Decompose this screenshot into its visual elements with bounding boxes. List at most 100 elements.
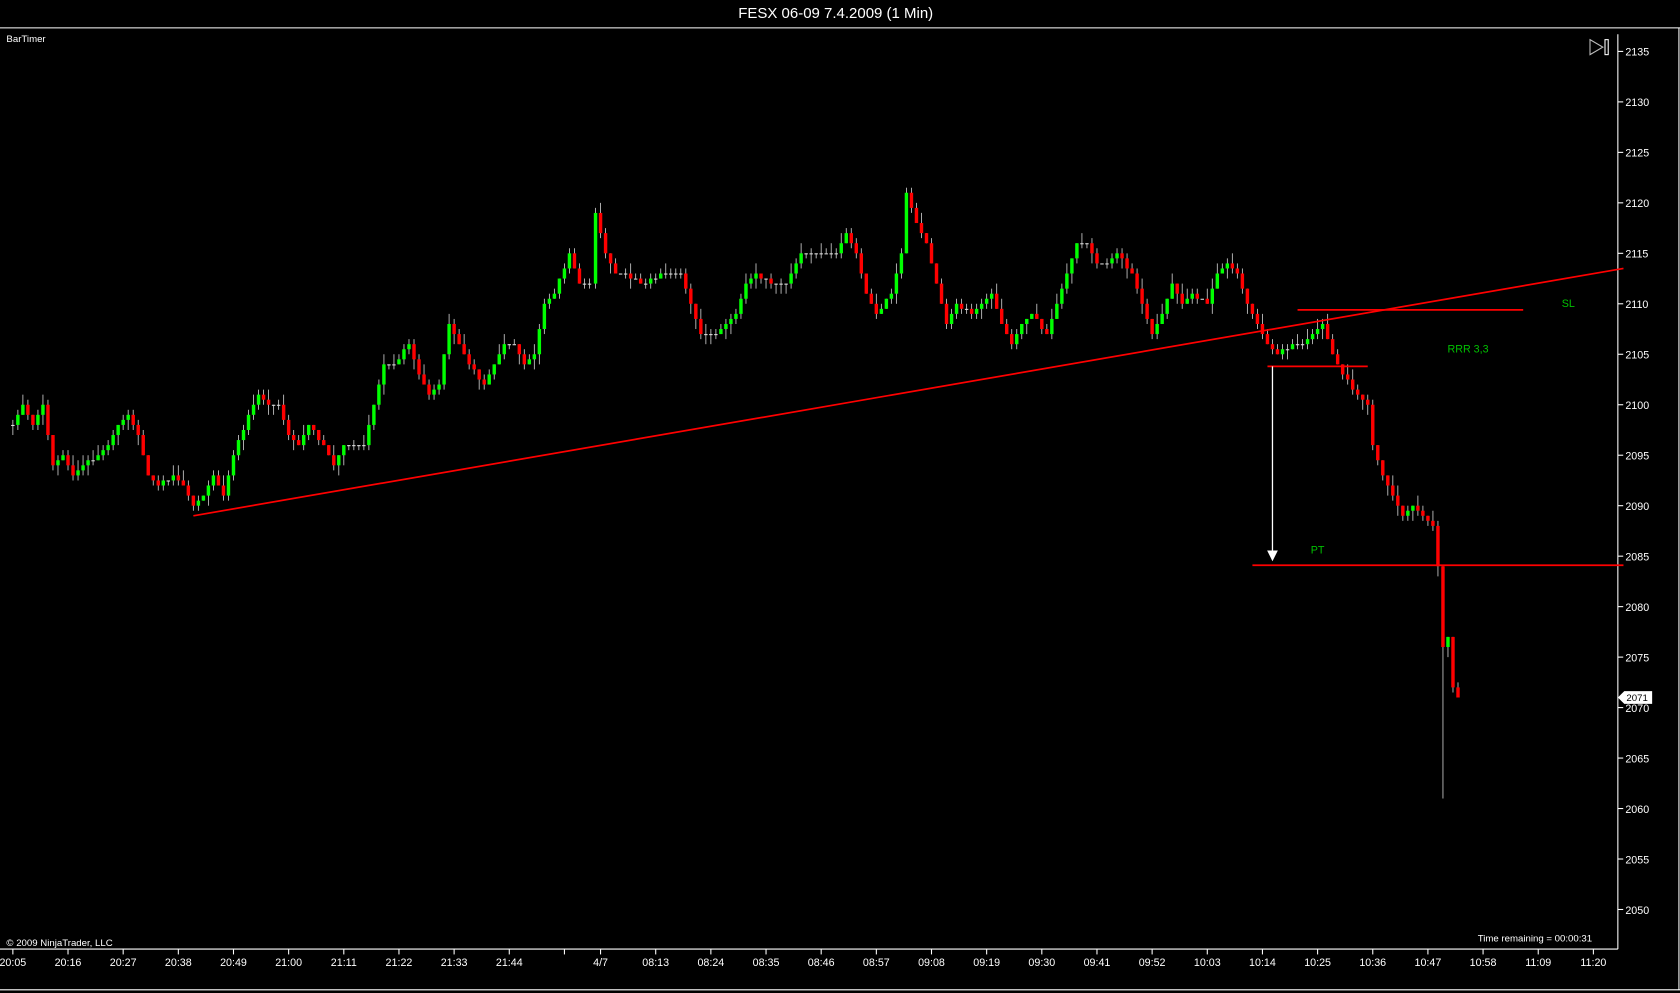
candle-body	[1381, 460, 1385, 476]
candle-body	[1030, 313, 1034, 319]
candle-body	[1265, 334, 1270, 345]
candle-body	[372, 404, 376, 425]
candle-body	[347, 445, 351, 447]
candle-body	[633, 278, 638, 280]
candle-body	[929, 243, 934, 264]
candle-body	[618, 273, 623, 275]
candle-body	[562, 268, 567, 279]
candle-body	[628, 273, 633, 279]
candle-body	[1110, 258, 1114, 264]
candle-body	[141, 435, 145, 456]
candle-body	[999, 308, 1004, 324]
candle-body	[1250, 303, 1255, 314]
candle-body	[527, 359, 532, 365]
candle-body	[51, 435, 55, 466]
x-tick-label: 08:24	[697, 957, 724, 969]
candle-body	[1350, 379, 1355, 390]
candle-body	[638, 278, 643, 284]
last-price-text: 2071	[1626, 693, 1647, 704]
candle-body	[367, 424, 371, 446]
candle-body	[1335, 354, 1340, 365]
candle-body	[859, 253, 864, 274]
candle-body	[919, 223, 924, 234]
y-tick-label: 2130	[1625, 97, 1649, 109]
candle-body	[1230, 263, 1235, 269]
chart-window: FESX 06-09 7.4.2009 (1 Min) BarTimer 213…	[0, 0, 1680, 993]
candle-body	[387, 364, 391, 366]
x-tick-label: 20:38	[165, 957, 192, 969]
candle-body	[1325, 323, 1330, 340]
candle-body	[422, 374, 426, 385]
candle-body	[724, 323, 728, 330]
candle-body	[709, 334, 713, 336]
candle-body	[1436, 525, 1440, 567]
candle-body	[674, 273, 678, 275]
x-tick-label: 09:19	[973, 957, 1000, 969]
candle-body	[241, 429, 246, 441]
candle-body	[613, 263, 618, 274]
candle-body	[1075, 243, 1079, 259]
candle-body	[492, 364, 496, 375]
candle-body	[1290, 344, 1295, 350]
candle-body	[1451, 636, 1455, 688]
candle-body	[593, 212, 598, 284]
candle-body	[1095, 253, 1099, 264]
candle-body	[879, 308, 884, 314]
candle-body	[1320, 323, 1325, 330]
candle-body	[246, 414, 251, 430]
candle-body	[1411, 505, 1415, 511]
candle-body	[156, 480, 160, 486]
candle-body	[251, 404, 256, 415]
candle-body	[1260, 323, 1265, 335]
candle-body	[964, 308, 969, 310]
candle-body	[934, 263, 939, 284]
x-tick-label: 09:41	[1084, 957, 1111, 969]
candle-body	[497, 354, 501, 365]
candle-body	[1456, 687, 1460, 698]
candle-body	[909, 192, 914, 208]
candle-body	[1416, 505, 1420, 511]
candle-body	[1185, 298, 1189, 304]
candle-body	[357, 445, 361, 447]
window-title: FESX 06-09 7.4.2009 (1 Min)	[738, 5, 933, 22]
candle-body	[954, 303, 959, 314]
candle-body	[176, 475, 181, 481]
x-tick-label: 08:35	[753, 957, 780, 969]
candle-body	[1035, 313, 1039, 319]
candle-body	[397, 359, 401, 365]
x-tick-label: 10:03	[1194, 957, 1221, 969]
candle-body	[1255, 313, 1260, 324]
x-tick-label: 20:05	[0, 957, 26, 969]
candle-body	[1065, 273, 1069, 289]
candle-body	[889, 293, 894, 299]
candle-body	[648, 278, 653, 284]
candle-body	[231, 455, 236, 476]
candle-body	[417, 359, 421, 375]
candle-body	[31, 414, 35, 425]
candle-body	[854, 243, 858, 254]
candle-body	[1356, 389, 1360, 395]
candle-body	[161, 480, 165, 486]
candle-body	[779, 283, 783, 285]
candle-body	[1315, 329, 1320, 335]
candle-body	[1015, 334, 1019, 345]
candle-body	[577, 268, 582, 284]
candle-body	[71, 465, 75, 476]
candle-body	[1080, 243, 1084, 245]
candle-body	[1150, 318, 1154, 335]
candle-body	[171, 475, 176, 481]
x-tick-label: 21:11	[331, 957, 357, 969]
candle-body	[719, 329, 723, 335]
label-sl: SL	[1562, 298, 1575, 310]
candle-body	[1140, 288, 1144, 304]
candle-body	[1120, 253, 1124, 259]
candle-body	[839, 243, 843, 254]
candle-body	[21, 404, 25, 415]
candle-body	[834, 253, 838, 255]
x-tick-label: 09:08	[918, 957, 945, 969]
candle-body	[266, 399, 271, 405]
candle-body	[1205, 298, 1209, 304]
candle-body	[784, 283, 788, 285]
candle-body	[744, 283, 748, 299]
candle-body	[477, 369, 481, 380]
